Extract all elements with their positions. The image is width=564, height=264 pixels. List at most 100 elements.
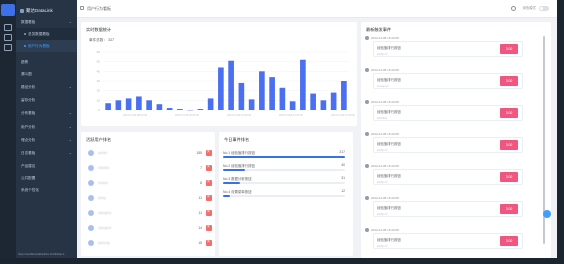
chart-bar[interactable]: [197, 109, 204, 110]
y-tick-label: 60: [97, 50, 101, 54]
sidebar-item[interactable]: 路径分析 ⌄: [16, 81, 77, 93]
remove-icon[interactable]: [206, 209, 212, 216]
rank-name: 经验值排行按钮: [231, 151, 255, 155]
user-name: xiaoqinzi: [98, 211, 112, 215]
rank-name: 设置菜单按钮: [231, 190, 252, 194]
chart-bar[interactable]: [341, 81, 347, 110]
event-box: 经验值排行按钮 aQQmY 3.00: [373, 41, 523, 57]
x-tick-label: 2023-04-08 14:00:00: [331, 113, 356, 117]
user-row: shaozi 8: [88, 179, 212, 189]
rank-row: No.4 设置菜单按钮 12: [223, 189, 345, 201]
sidebar-item[interactable]: 公共配置: [16, 172, 77, 184]
event-user: hdhdhd: [377, 116, 388, 120]
rank-value: 40: [341, 163, 345, 167]
dark-mode-toggle[interactable]: [539, 5, 549, 11]
rank-number: No.3: [223, 177, 231, 181]
chart-bar[interactable]: [105, 103, 111, 110]
database-icon[interactable]: [4, 34, 12, 41]
remove-icon[interactable]: [206, 224, 212, 231]
sidebar-item-label: 数据看板: [21, 20, 36, 24]
chart-bar[interactable]: [300, 59, 306, 110]
event-title: 经验值排行按钮: [377, 238, 401, 242]
sidebar-item-label: 趋势: [21, 60, 29, 64]
sidebar-item[interactable]: 留存分析: [16, 94, 77, 106]
x-tick-label: 2023-04-08 08:00:00: [123, 113, 148, 117]
sidebar-item[interactable]: 产品建议: [16, 160, 77, 172]
chart-bar[interactable]: [248, 99, 255, 110]
sidebar-item[interactable]: 日志看板 ⌄: [16, 147, 77, 159]
sidebar-item[interactable]: 趋势: [16, 56, 77, 68]
avatar: [88, 165, 94, 171]
event-box: 经验值排行按钮 aQQmY 3.00: [373, 137, 523, 153]
event-item[interactable]: 2023-04-08 15:20:08 经验值排行按钮 aQQmY 3.00: [365, 196, 545, 218]
remove-icon[interactable]: [206, 164, 212, 171]
chart-bar[interactable]: [166, 108, 173, 110]
sidebar-item-label: 日志看板: [21, 151, 36, 155]
remove-icon[interactable]: [206, 194, 212, 201]
chart-bar[interactable]: [207, 98, 214, 110]
chart-bar[interactable]: [259, 71, 265, 110]
user-row: xiaoqinzi 14: [88, 224, 212, 234]
remove-icon[interactable]: [206, 239, 212, 246]
chart-bar[interactable]: [289, 101, 296, 110]
sidebar-item[interactable]: 系统个性化: [16, 184, 77, 196]
monitor-icon[interactable]: [1, 4, 15, 16]
refresh-icon[interactable]: [511, 5, 517, 11]
rank-label: No.4 设置菜单按钮: [223, 189, 251, 194]
sidebar-item-label: 路径分析: [21, 85, 36, 89]
event-amount: 3.00: [500, 76, 518, 86]
remove-icon[interactable]: [206, 149, 212, 156]
chart-bar[interactable]: [320, 100, 327, 110]
chart-bar[interactable]: [310, 93, 316, 110]
sidebar-item-label: 分布看板: [21, 111, 36, 115]
chart-bar[interactable]: [136, 96, 142, 110]
chart-bar[interactable]: [330, 92, 337, 110]
event-item[interactable]: 2023-04-08 15:20:08 经验值排行按钮 hdhdhd 3.00: [365, 100, 545, 122]
timeline-dot-icon: [365, 36, 369, 41]
grid-icon[interactable]: [4, 44, 12, 51]
chart-bar[interactable]: [269, 77, 275, 110]
chart-bar[interactable]: [279, 87, 286, 110]
sidebar-item[interactable]: 数据看板 ⌄: [16, 16, 77, 28]
event-item[interactable]: 2023-04-08 15:20:08 经验值排行按钮 aQQmY 3.00: [365, 132, 545, 154]
event-item[interactable]: 2023-04-08 15:20:08 经验值排行按钮 xiaoqinzi 3.00: [365, 68, 545, 90]
event-time: 2023-04-08 15:20:08: [365, 164, 399, 169]
user-name: jiaoxing: [98, 241, 110, 245]
sidebar-item-label: 留存分析: [21, 98, 36, 102]
rank-number: No.1: [223, 151, 231, 155]
sidebar-item[interactable]: 漏斗图: [16, 68, 77, 80]
event-item[interactable]: 2023-04-08 15:20:08 经验值排行按钮 aQQmY 3.00: [365, 36, 545, 58]
event-item[interactable]: 2023-04-08 15:20:08 经验值排行按钮 aQQmY 3.00: [365, 164, 545, 186]
event-time: 2023-04-08 15:20:08: [365, 36, 399, 41]
chart-bar[interactable]: [238, 82, 245, 110]
sidebar-item[interactable]: 埋点分析 ⌄: [16, 134, 77, 146]
avatar: [88, 180, 94, 186]
user-count: 11: [198, 196, 202, 200]
event-item[interactable]: 2023-04-08 15:20:08 经验值排行按钮 aQQmY 3.00: [365, 228, 545, 250]
chart-bar[interactable]: [125, 98, 132, 110]
user-row: admin 155: [88, 149, 212, 159]
y-tick-label: 50: [97, 60, 101, 64]
page-icon: [80, 6, 84, 10]
chart-bar[interactable]: [156, 104, 163, 110]
event-box: 经验值排行按钮 xiaoqinzi 3.00: [373, 73, 523, 89]
chart-bar[interactable]: [218, 67, 224, 110]
sidebar-item[interactable]: 分布看板 ⌄: [16, 107, 77, 119]
chart-bar[interactable]: [228, 60, 234, 110]
user-count: 14: [198, 226, 202, 230]
sidebar-item[interactable]: 用户分析 ⌄: [16, 121, 77, 133]
sidebar-item[interactable]: 用户行为看板: [16, 40, 77, 52]
chart-bar[interactable]: [115, 100, 122, 110]
chart-bar[interactable]: [146, 100, 152, 110]
timeline-dot-icon: [365, 132, 369, 137]
rank-row: No.3 数据分析按钮 31: [223, 176, 345, 188]
event-title: 经验值排行按钮: [377, 206, 401, 210]
remove-icon[interactable]: [206, 179, 212, 186]
chart-bar[interactable]: [177, 109, 183, 110]
help-button[interactable]: [543, 210, 551, 218]
sidebar-item[interactable]: 总览数据看板: [16, 28, 77, 40]
event-amount: 3.00: [500, 140, 518, 150]
event-title: 经验值排行按钮: [377, 46, 401, 50]
printer-icon[interactable]: [4, 24, 12, 31]
chevron-down-icon: ⌄: [68, 19, 72, 24]
